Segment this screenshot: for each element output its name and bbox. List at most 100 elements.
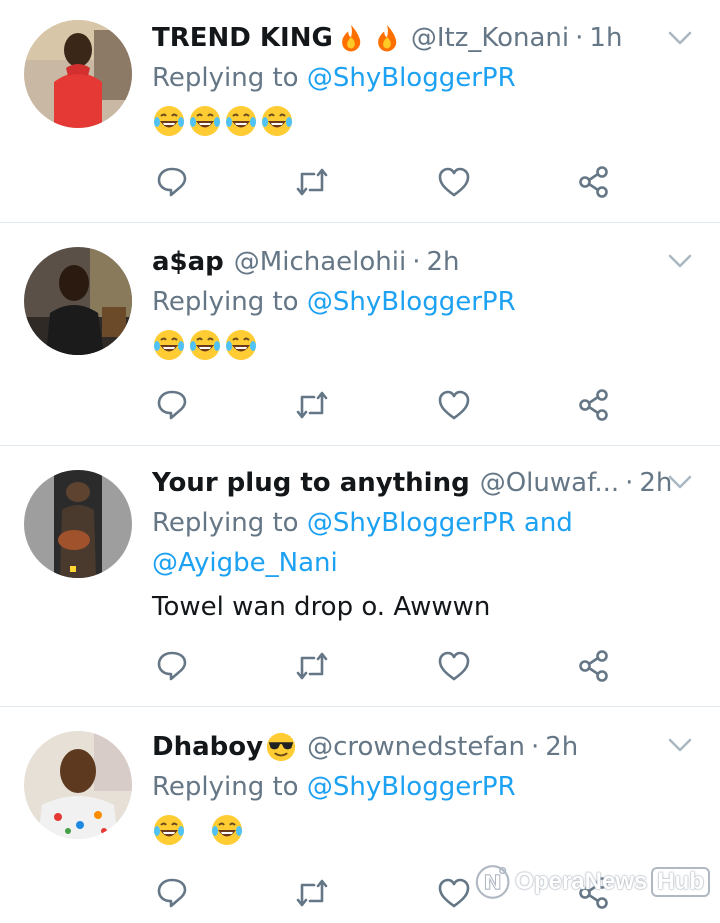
mention-link[interactable]: @ShyBloggerPR — [307, 772, 516, 802]
tweet-emoji-row — [152, 328, 680, 362]
retweet-button[interactable] — [292, 873, 332, 913]
reply-icon — [157, 651, 187, 681]
fire-emoji — [377, 24, 397, 52]
avatar[interactable] — [24, 470, 132, 578]
tweet-content: TREND KING @Itz_Konani · 1h Replying to … — [152, 18, 680, 138]
laughing-crying-emoji — [190, 330, 220, 360]
like-button[interactable] — [434, 162, 474, 202]
like-button[interactable] — [434, 385, 474, 425]
like-icon — [438, 167, 470, 197]
share-icon — [579, 650, 608, 682]
like-icon — [438, 651, 470, 681]
retweet-icon — [296, 168, 328, 196]
tweet-1[interactable]: TREND KING @Itz_Konani · 1h Replying to … — [0, 0, 720, 222]
display-name[interactable]: a$ap — [152, 242, 224, 282]
reply-context-continued: @Ayigbe_Nani — [152, 543, 680, 583]
opera-news-logo-icon — [475, 865, 510, 899]
user-handle[interactable]: @Michaelohii — [234, 242, 406, 282]
like-icon — [438, 390, 470, 420]
reply-prefix: Replying to — [152, 63, 299, 93]
reply-context: Replying to @ShyBloggerPR — [152, 58, 680, 98]
display-name[interactable]: Dhaboy — [152, 727, 263, 767]
tweet-emoji-row — [152, 813, 680, 847]
avatar[interactable] — [24, 20, 132, 128]
tweet-content: Dhaboy @crownedstefan · 2h Replying to @… — [152, 727, 680, 847]
display-name[interactable]: Your plug to anything — [152, 463, 470, 503]
fire-emoji — [341, 24, 361, 52]
user-handle[interactable]: @crownedstefan — [307, 727, 525, 767]
watermark-hub: Hub — [651, 867, 710, 897]
like-button[interactable] — [434, 873, 474, 913]
user-handle[interactable]: @Itz_Konani — [411, 18, 569, 58]
share-icon — [579, 389, 608, 421]
separator-dot: · — [530, 732, 540, 762]
separator-dot: · — [412, 247, 421, 277]
retweet-button[interactable] — [292, 646, 332, 686]
laughing-crying-emoji — [226, 106, 256, 136]
chevron-down-icon[interactable] — [666, 731, 694, 759]
tweet-actions — [152, 162, 622, 202]
tweet-content: a$ap @Michaelohii · 2h Replying to @ShyB… — [152, 242, 680, 362]
retweet-icon — [296, 879, 328, 907]
timestamp[interactable]: 2h — [545, 727, 578, 767]
display-name[interactable]: TREND KING — [152, 18, 333, 58]
watermark: OperaNews Hub — [474, 852, 710, 912]
chevron-down-icon[interactable] — [666, 468, 694, 496]
timestamp[interactable]: 1h — [589, 18, 622, 58]
laughing-crying-emoji — [154, 330, 184, 360]
tweet-content: Your plug to anything @Oluwaf... · 2h Re… — [152, 463, 680, 627]
user-handle[interactable]: @Oluwaf... — [480, 463, 619, 503]
retweet-button[interactable] — [292, 162, 332, 202]
separator-dot: · — [575, 23, 584, 53]
avatar[interactable] — [24, 731, 132, 839]
tweet-header: a$ap @Michaelohii · 2h — [152, 242, 680, 282]
laughing-crying-emoji — [154, 815, 184, 845]
reply-context: Replying to @ShyBloggerPR — [152, 767, 680, 807]
tweet-header: TREND KING @Itz_Konani · 1h — [152, 18, 680, 58]
reply-button[interactable] — [152, 162, 192, 202]
reply-button[interactable] — [152, 873, 192, 913]
tweet-emoji-row — [152, 104, 680, 138]
tweet-header: Dhaboy @crownedstefan · 2h — [152, 727, 680, 767]
mention-link[interactable]: @Ayigbe_Nani — [152, 548, 338, 578]
avatar[interactable] — [24, 247, 132, 355]
laughing-crying-emoji — [154, 106, 184, 136]
like-button[interactable] — [434, 646, 474, 686]
chevron-down-icon[interactable] — [666, 247, 694, 275]
separator-dot: · — [625, 468, 634, 498]
retweet-icon — [296, 652, 328, 680]
like-icon — [438, 878, 470, 908]
tweet-2[interactable]: a$ap @Michaelohii · 2h Replying to @ShyB… — [0, 223, 720, 445]
mention-link[interactable]: @ShyBloggerPR — [307, 287, 516, 317]
reply-icon — [157, 167, 187, 197]
tweet-3[interactable]: Your plug to anything @Oluwaf... · 2h Re… — [0, 446, 720, 706]
retweet-icon — [296, 391, 328, 419]
reply-button[interactable] — [152, 646, 192, 686]
laughing-crying-emoji — [212, 815, 242, 845]
reply-icon — [157, 878, 187, 908]
reply-context: Replying to @ShyBloggerPR and — [152, 503, 680, 543]
share-button[interactable] — [574, 646, 614, 686]
watermark-brand: OperaNews — [515, 868, 648, 895]
share-button[interactable] — [574, 385, 614, 425]
reply-prefix: Replying to — [152, 287, 299, 317]
retweet-button[interactable] — [292, 385, 332, 425]
reply-context: Replying to @ShyBloggerPR — [152, 282, 680, 322]
laughing-crying-emoji — [190, 106, 220, 136]
reply-icon — [157, 390, 187, 420]
tweet-text: Towel wan drop o. Awwwn — [152, 592, 491, 622]
chevron-down-icon[interactable] — [666, 24, 694, 52]
laughing-crying-emoji — [262, 106, 292, 136]
share-button[interactable] — [574, 162, 614, 202]
reply-button[interactable] — [152, 385, 192, 425]
sunglasses-emoji — [266, 732, 296, 762]
share-icon — [579, 166, 608, 198]
tweet-header: Your plug to anything @Oluwaf... · 2h — [152, 463, 680, 503]
tweet-actions — [152, 646, 622, 686]
tweet-feed: TREND KING @Itz_Konani · 1h Replying to … — [0, 0, 720, 923]
tweet-actions — [152, 385, 622, 425]
reply-prefix: Replying to — [152, 772, 299, 802]
mention-link[interactable]: @ShyBloggerPR — [307, 63, 516, 93]
mention-link[interactable]: @ShyBloggerPR and — [307, 508, 573, 538]
timestamp[interactable]: 2h — [426, 242, 459, 282]
